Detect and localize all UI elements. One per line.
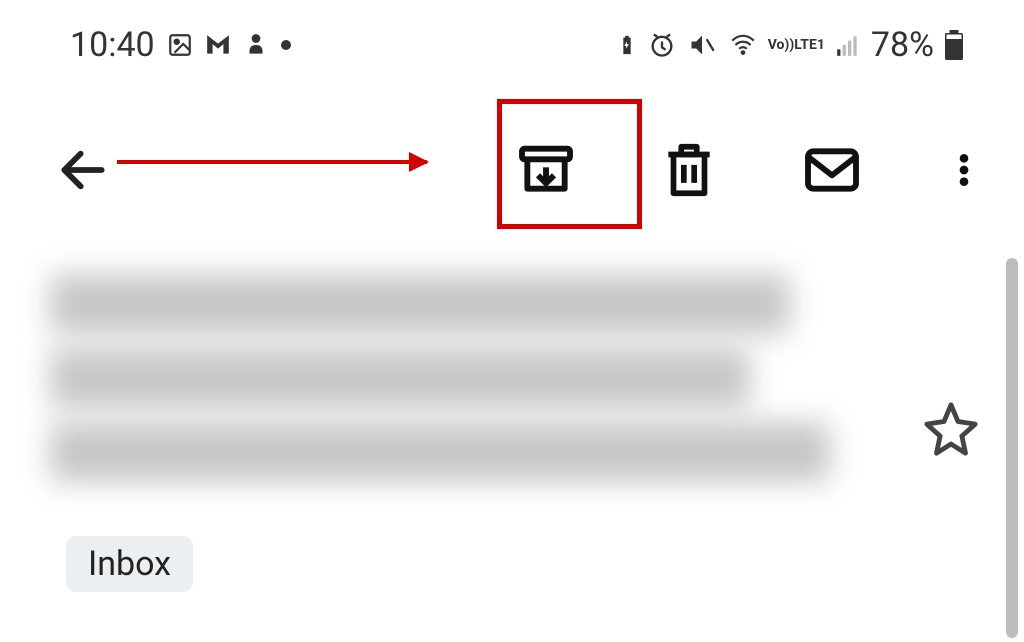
blurred-subject-line bbox=[50, 274, 790, 334]
gmail-indicator-icon bbox=[205, 32, 231, 58]
status-time: 10:40 bbox=[70, 25, 155, 65]
battery-percent: 78% bbox=[871, 25, 934, 65]
status-right: Vo)) LTE1 78% bbox=[616, 25, 964, 65]
mark-unread-button[interactable] bbox=[800, 138, 864, 202]
battery-icon bbox=[944, 30, 964, 60]
vibrate-mute-icon bbox=[686, 31, 718, 59]
alarm-icon bbox=[648, 31, 676, 59]
battery-saver-icon bbox=[616, 31, 638, 59]
label-chip[interactable]: Inbox bbox=[66, 536, 193, 592]
back-button[interactable] bbox=[55, 142, 111, 198]
wifi-icon bbox=[728, 32, 758, 58]
volte-indicator-icon: Vo)) LTE1 bbox=[768, 38, 825, 52]
delete-button[interactable] bbox=[658, 139, 720, 201]
person-indicator-icon bbox=[243, 32, 269, 58]
screen: 10:40 V bbox=[0, 0, 1024, 642]
blurred-subject-line bbox=[50, 348, 750, 408]
notification-dot-icon bbox=[281, 40, 291, 50]
status-bar: 10:40 V bbox=[0, 20, 1024, 70]
annotation-highlight bbox=[497, 99, 642, 229]
star-button[interactable] bbox=[922, 400, 980, 462]
email-content: Inbox bbox=[50, 260, 994, 592]
signal-icon bbox=[835, 32, 861, 58]
scrollbar[interactable] bbox=[1006, 258, 1018, 638]
vo-label: Vo)) bbox=[768, 38, 795, 52]
network-label: LTE1 bbox=[794, 38, 825, 52]
blurred-subject-line bbox=[50, 422, 830, 482]
status-left: 10:40 bbox=[70, 25, 291, 65]
image-indicator-icon bbox=[167, 32, 193, 58]
annotation-arrow bbox=[117, 160, 427, 164]
more-menu-button[interactable] bbox=[944, 139, 984, 201]
